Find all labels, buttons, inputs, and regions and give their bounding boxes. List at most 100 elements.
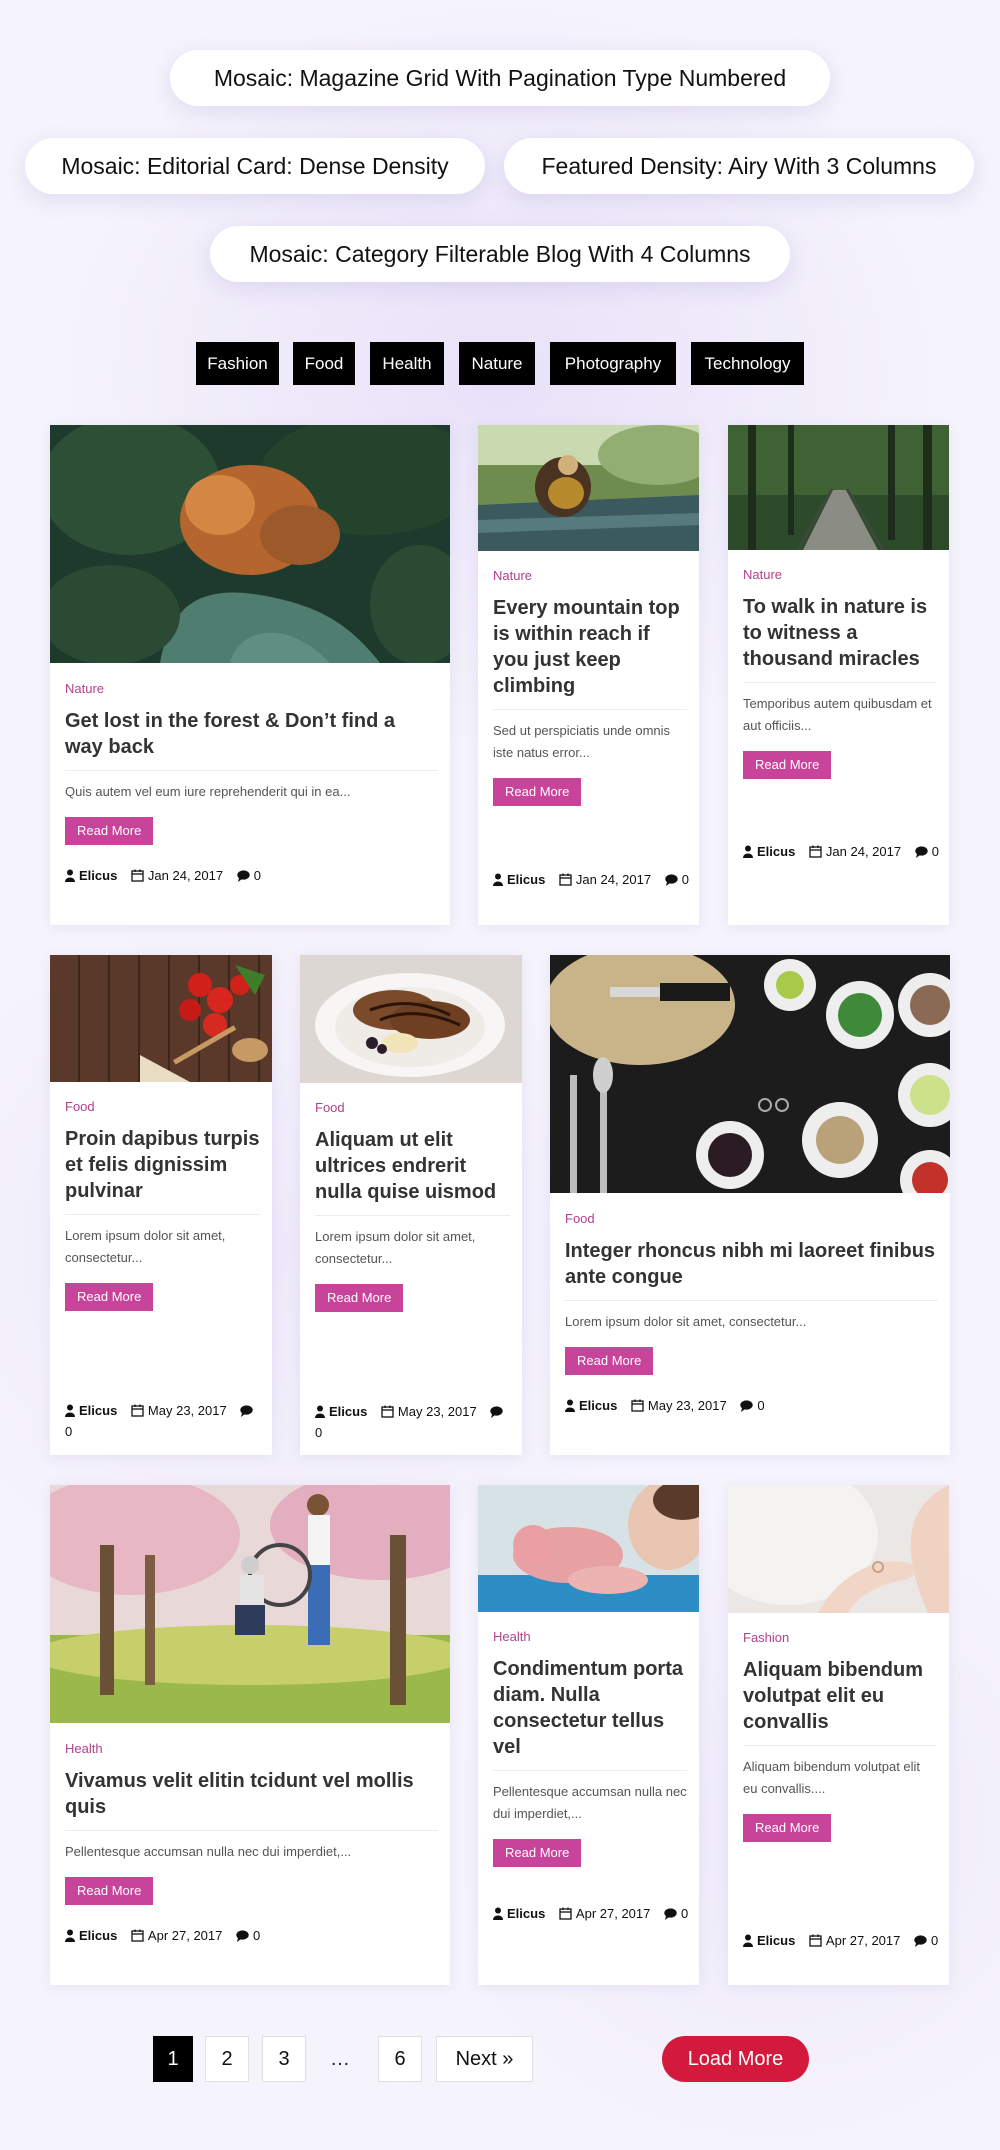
user-icon xyxy=(315,1405,325,1418)
page-1-button[interactable]: 1 xyxy=(153,2036,193,2082)
filter-food[interactable]: Food xyxy=(293,342,355,385)
post-category[interactable]: Food xyxy=(315,1100,518,1115)
filter-health[interactable]: Health xyxy=(370,342,444,385)
post-date: Apr 27, 2017 xyxy=(147,1928,223,1943)
read-more-button[interactable]: Read More xyxy=(565,1347,654,1375)
post-card[interactable]: Fashion Aliquam bibendum volutpat elit e… xyxy=(728,1485,949,1985)
post-title[interactable]: Aliquam ut elit ultrices endrerit nulla … xyxy=(315,1127,510,1216)
post-category[interactable]: Food xyxy=(565,1211,946,1226)
post-excerpt: Sed ut perspiciatis unde omnis iste natu… xyxy=(493,723,671,760)
post-category[interactable]: Health xyxy=(493,1629,695,1644)
post-meta: Elicus Apr 27, 2017 0 xyxy=(493,1903,691,1924)
post-author[interactable]: Elicus xyxy=(79,1928,117,1943)
filter-photography[interactable]: Photography xyxy=(550,342,676,385)
post-title[interactable]: Condimentum porta diam. Nulla consectetu… xyxy=(493,1656,687,1771)
read-more-button[interactable]: Read More xyxy=(493,1839,582,1867)
calendar-icon xyxy=(131,1929,144,1942)
read-more-button[interactable]: Read More xyxy=(65,817,154,845)
user-icon xyxy=(743,845,753,858)
post-comments[interactable]: 0 xyxy=(315,1425,322,1440)
post-comments[interactable]: 0 xyxy=(931,1933,938,1948)
post-title[interactable]: Every mountain top is within reach if yo… xyxy=(493,595,687,710)
post-date: Apr 27, 2017 xyxy=(575,1906,651,1921)
next-page-button[interactable]: Next » xyxy=(436,2036,533,2082)
user-icon xyxy=(565,1399,575,1412)
post-author[interactable]: Elicus xyxy=(757,844,795,859)
post-author[interactable]: Elicus xyxy=(329,1404,367,1419)
comment-icon xyxy=(740,1400,754,1412)
read-more-button[interactable]: Read More xyxy=(743,1814,832,1842)
post-category[interactable]: Food xyxy=(65,1099,268,1114)
post-title[interactable]: Integer rhoncus nibh mi laoreet finibus … xyxy=(565,1238,938,1301)
post-card[interactable]: Food Aliquam ut elit ultrices endrerit n… xyxy=(300,955,522,1455)
post-category[interactable]: Fashion xyxy=(743,1630,945,1645)
read-more-button[interactable]: Read More xyxy=(743,751,832,779)
post-comments[interactable]: 0 xyxy=(932,844,939,859)
post-meta: Elicus May 23, 2017 0 xyxy=(65,1400,264,1442)
post-excerpt: Pellentesque accumsan nulla nec dui impe… xyxy=(493,1784,687,1821)
post-comments[interactable]: 0 xyxy=(254,868,261,883)
filter-nature[interactable]: Nature xyxy=(459,342,535,385)
post-category[interactable]: Health xyxy=(65,1741,446,1756)
read-more-button[interactable]: Read More xyxy=(65,1283,154,1311)
read-more-button[interactable]: Read More xyxy=(315,1284,404,1312)
post-image-hand-ring[interactable] xyxy=(728,1485,949,1613)
user-icon xyxy=(65,1404,75,1417)
post-image-riverside-sitting[interactable] xyxy=(478,425,699,551)
post-excerpt: Lorem ipsum dolor sit amet, consectetur.… xyxy=(65,1228,226,1265)
user-icon xyxy=(65,869,75,882)
post-comments[interactable]: 0 xyxy=(757,1398,764,1413)
post-category[interactable]: Nature xyxy=(743,567,945,582)
post-card[interactable]: Health Vivamus velit elitin tcidunt vel … xyxy=(50,1485,450,1985)
post-title[interactable]: Aliquam bibendum volutpat elit eu conval… xyxy=(743,1657,937,1746)
post-category[interactable]: Nature xyxy=(493,568,695,583)
post-comments[interactable]: 0 xyxy=(682,872,689,887)
calendar-icon xyxy=(559,873,572,886)
post-meta: Elicus Jan 24, 2017 0 xyxy=(493,869,691,890)
post-comments[interactable]: 0 xyxy=(681,1906,688,1921)
post-author[interactable]: Elicus xyxy=(507,1906,545,1921)
post-comments[interactable]: 0 xyxy=(253,1928,260,1943)
post-image-forest-aerial[interactable] xyxy=(50,425,450,663)
post-card[interactable]: Health Condimentum porta diam. Nulla con… xyxy=(478,1485,699,1985)
post-title[interactable]: Get lost in the forest & Don’t find a wa… xyxy=(65,708,438,771)
post-title[interactable]: To walk in nature is to witness a thousa… xyxy=(743,594,937,683)
post-author[interactable]: Elicus xyxy=(79,868,117,883)
post-image-pancakes-plate[interactable] xyxy=(300,955,522,1083)
post-author[interactable]: Elicus xyxy=(579,1398,617,1413)
read-more-button[interactable]: Read More xyxy=(65,1877,154,1905)
post-date: May 23, 2017 xyxy=(397,1404,477,1419)
post-card[interactable]: Food Integer rhoncus nibh mi laoreet fin… xyxy=(550,955,950,1455)
post-image-bowls-cutlery[interactable] xyxy=(550,955,950,1193)
post-title[interactable]: Proin dapibus turpis et felis dignissim … xyxy=(65,1126,260,1215)
post-image-wheelchair-park[interactable] xyxy=(50,1485,450,1723)
comment-icon xyxy=(490,1406,504,1418)
calendar-icon xyxy=(809,845,822,858)
read-more-button[interactable]: Read More xyxy=(493,778,582,806)
page-6-button[interactable]: 6 xyxy=(378,2036,422,2082)
comment-icon xyxy=(664,1908,677,1920)
post-author[interactable]: Elicus xyxy=(507,872,545,887)
page-3-button[interactable]: 3 xyxy=(262,2036,306,2082)
post-excerpt: Pellentesque accumsan nulla nec dui impe… xyxy=(65,1844,352,1859)
post-card[interactable]: Nature Get lost in the forest & Don’t fi… xyxy=(50,425,450,925)
post-category[interactable]: Nature xyxy=(65,681,446,696)
page-2-button[interactable]: 2 xyxy=(205,2036,249,2082)
post-title[interactable]: Vivamus velit elitin tcidunt vel mollis … xyxy=(65,1768,438,1831)
post-author[interactable]: Elicus xyxy=(79,1403,117,1418)
post-date: Jan 24, 2017 xyxy=(575,872,652,887)
post-card[interactable]: Food Proin dapibus turpis et felis digni… xyxy=(50,955,272,1455)
post-comments[interactable]: 0 xyxy=(65,1424,72,1439)
post-image-forest-bridge[interactable] xyxy=(728,425,949,550)
post-author[interactable]: Elicus xyxy=(757,1933,795,1948)
post-image-newborn-baby[interactable] xyxy=(478,1485,699,1612)
post-card[interactable]: Nature Every mountain top is within reac… xyxy=(478,425,699,925)
load-more-button[interactable]: Load More xyxy=(662,2036,809,2082)
post-meta: Elicus Apr 27, 2017 0 xyxy=(743,1930,941,1951)
filter-technology[interactable]: Technology xyxy=(691,342,804,385)
comment-icon xyxy=(915,846,928,858)
filter-fashion[interactable]: Fashion xyxy=(196,342,279,385)
post-image-tomatoes-wood[interactable] xyxy=(50,955,272,1082)
post-card[interactable]: Nature To walk in nature is to witness a… xyxy=(728,425,949,925)
calendar-icon xyxy=(131,1404,144,1417)
